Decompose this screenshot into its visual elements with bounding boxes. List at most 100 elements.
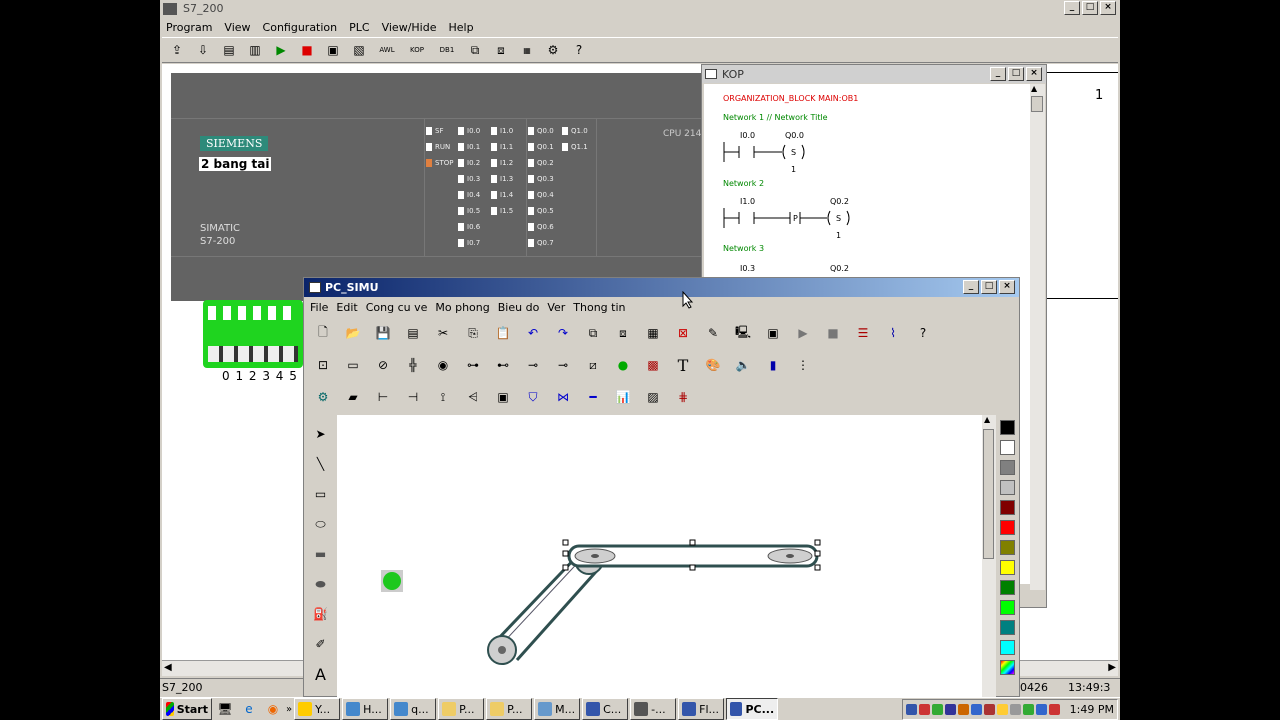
tank-icon[interactable]: ⛉ bbox=[522, 386, 544, 408]
color-swatch[interactable] bbox=[999, 600, 1015, 615]
canvas-v-scrollbar[interactable]: ▲ bbox=[982, 415, 996, 697]
rectangle-tool-icon[interactable]: ▭ bbox=[310, 483, 332, 505]
motor-icon[interactable]: ⚙ bbox=[312, 386, 334, 408]
fill-bucket-icon[interactable]: ⛽ bbox=[310, 603, 332, 625]
grid-icon[interactable]: ▦ bbox=[642, 322, 664, 344]
taskbar-item[interactable]: C... bbox=[582, 698, 629, 720]
eyedropper-icon[interactable]: ✐ bbox=[310, 633, 332, 655]
menu-program[interactable]: Program bbox=[160, 21, 218, 34]
cylinder-icon[interactable]: ⊶ bbox=[462, 354, 484, 376]
kop-button[interactable]: KOP bbox=[404, 39, 430, 61]
taskbar-item[interactable]: P... bbox=[486, 698, 533, 720]
edit-pen-icon[interactable]: ✎ bbox=[702, 322, 724, 344]
color-swatch[interactable] bbox=[999, 620, 1015, 635]
undo-icon[interactable]: ↶ bbox=[522, 322, 544, 344]
redo-icon[interactable]: ↷ bbox=[552, 322, 574, 344]
line-tool-icon[interactable]: ╲ bbox=[310, 453, 332, 475]
taskbar-item[interactable]: Y... bbox=[294, 698, 341, 720]
no-grid-icon[interactable]: ⊠ bbox=[672, 322, 694, 344]
tray-icon[interactable] bbox=[918, 703, 930, 715]
screen-icon[interactable]: ▣ bbox=[492, 386, 514, 408]
config-icon[interactable]: ⚙ bbox=[542, 39, 564, 61]
start-button[interactable]: Start bbox=[162, 698, 212, 720]
db1-button[interactable]: DB1 bbox=[434, 39, 460, 61]
menu-edit[interactable]: Edit bbox=[332, 301, 361, 314]
cylinder3-icon[interactable]: ⊸ bbox=[522, 354, 544, 376]
tray-icon[interactable] bbox=[1048, 703, 1060, 715]
pcsimu-titlebar[interactable]: PC_SIMU _ □ × bbox=[304, 278, 1019, 297]
ellipse-tool-icon[interactable]: ⬭ bbox=[310, 513, 332, 535]
crane-icon[interactable]: ⟟ bbox=[432, 386, 454, 408]
hatch-icon[interactable]: ▨ bbox=[642, 386, 664, 408]
tray-icon[interactable] bbox=[1035, 703, 1047, 715]
open-icon[interactable]: ▤ bbox=[218, 39, 240, 61]
overflow-icon[interactable]: » bbox=[286, 704, 292, 715]
input-switches[interactable] bbox=[203, 300, 303, 368]
pointer-icon[interactable]: ➤ bbox=[310, 423, 332, 445]
play-icon[interactable]: ▶ bbox=[792, 322, 814, 344]
pcsimu-maximize-button[interactable]: □ bbox=[981, 280, 997, 294]
sprinkler-icon[interactable]: ⩤ bbox=[462, 386, 484, 408]
tray-icon[interactable] bbox=[1022, 703, 1034, 715]
tray-icon[interactable] bbox=[931, 703, 943, 715]
conveyor-pulley-icon[interactable]: ◉ bbox=[432, 354, 454, 376]
window2-icon[interactable]: ⧈ bbox=[490, 39, 512, 61]
computer-icon[interactable]: 🖳 bbox=[732, 322, 754, 344]
palette-icon[interactable]: 🎨 bbox=[702, 354, 724, 376]
scroll-right-icon[interactable]: ▶ bbox=[1108, 662, 1116, 673]
s7-titlebar[interactable]: S7_200 _ □ × bbox=[160, 0, 1120, 17]
firefox-icon[interactable]: ◉ bbox=[262, 698, 284, 720]
color-swatch[interactable] bbox=[999, 420, 1015, 435]
piston2-icon[interactable]: ⊣ bbox=[402, 386, 424, 408]
download-icon[interactable]: ⇩ bbox=[192, 39, 214, 61]
taskbar-item[interactable]: P... bbox=[438, 698, 485, 720]
sensor-icon[interactable]: ⋕ bbox=[672, 386, 694, 408]
scale-icon[interactable]: ⋮ bbox=[792, 354, 814, 376]
menu-view-hide[interactable]: View/Hide bbox=[376, 21, 443, 34]
upload-icon[interactable]: ⇪ bbox=[166, 39, 188, 61]
display-icon[interactable]: ▩ bbox=[642, 354, 664, 376]
clock[interactable]: 1:49 PM bbox=[1070, 703, 1114, 716]
awl-button[interactable]: AWL bbox=[374, 39, 400, 61]
color-swatch[interactable] bbox=[999, 500, 1015, 515]
cross-grid-icon[interactable]: ╬ bbox=[402, 354, 424, 376]
tray-icon[interactable] bbox=[970, 703, 982, 715]
kop-minimize-button[interactable]: _ bbox=[990, 67, 1006, 81]
color-swatch[interactable] bbox=[999, 460, 1015, 475]
kop-v-scrollbar[interactable]: ▲ bbox=[1030, 84, 1045, 590]
menu-plc[interactable]: PLC bbox=[343, 21, 375, 34]
valve2-icon[interactable]: ⋈ bbox=[552, 386, 574, 408]
stop-icon[interactable]: ■ bbox=[296, 39, 318, 61]
menu-help[interactable]: Help bbox=[442, 21, 479, 34]
tray-icon[interactable] bbox=[905, 703, 917, 715]
taskbar-item[interactable]: H... bbox=[342, 698, 389, 720]
tsim-icon[interactable]: ▦ bbox=[516, 39, 538, 61]
filled-rect-tool-icon[interactable]: ▬ bbox=[310, 543, 332, 565]
menu-ver[interactable]: Ver bbox=[543, 301, 569, 314]
help-icon[interactable]: ? bbox=[568, 39, 590, 61]
kop-close-button[interactable]: × bbox=[1026, 67, 1042, 81]
monitor-icon[interactable]: ▣ bbox=[322, 39, 344, 61]
text-icon[interactable]: T bbox=[672, 354, 694, 376]
scroll-left-icon[interactable]: ◀ bbox=[164, 662, 172, 673]
menu-cong-cu-ve[interactable]: Cong cu ve bbox=[362, 301, 432, 314]
tray-icon[interactable] bbox=[1009, 703, 1021, 715]
piston-icon[interactable]: ⊢ bbox=[372, 386, 394, 408]
taskbar-item[interactable]: -... bbox=[630, 698, 677, 720]
custom-color-swatch[interactable] bbox=[999, 660, 1015, 675]
color-swatch[interactable] bbox=[999, 480, 1015, 495]
color-swatch[interactable] bbox=[999, 440, 1015, 455]
sound-icon[interactable]: 🔈 bbox=[732, 354, 754, 376]
menu-mo-phong[interactable]: Mo phong bbox=[431, 301, 493, 314]
belt-icon[interactable]: ▰ bbox=[342, 386, 364, 408]
save-all-icon[interactable]: ▤ bbox=[402, 322, 424, 344]
minimize-button[interactable]: _ bbox=[1064, 1, 1080, 15]
pcsimu-close-button[interactable]: × bbox=[999, 280, 1015, 294]
menu-thong-tin[interactable]: Thong tin bbox=[569, 301, 629, 314]
taskbar-item[interactable]: M... bbox=[534, 698, 581, 720]
color-swatch[interactable] bbox=[999, 580, 1015, 595]
kop-scroll-thumb[interactable] bbox=[1031, 96, 1043, 112]
open-folder-icon[interactable]: 📂 bbox=[342, 322, 364, 344]
taskbar-item[interactable]: q... bbox=[390, 698, 437, 720]
tray-icon[interactable] bbox=[944, 703, 956, 715]
